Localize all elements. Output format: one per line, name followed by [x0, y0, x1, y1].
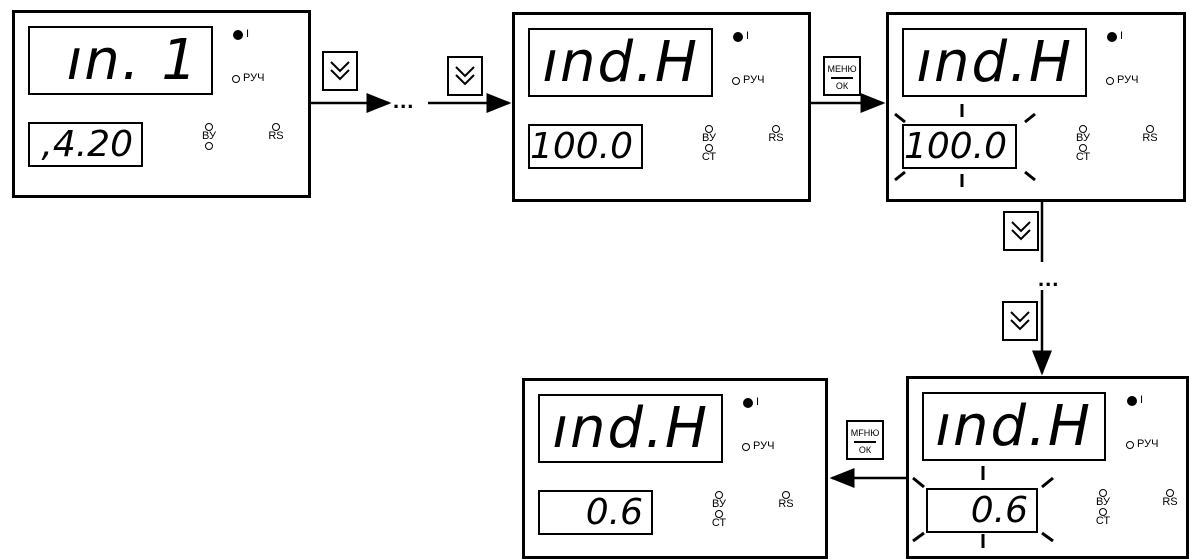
flow-arrows — [311, 93, 1054, 548]
blink-marks-panel-5 — [912, 466, 1054, 548]
blink-marks-panel-3 — [894, 104, 1036, 187]
